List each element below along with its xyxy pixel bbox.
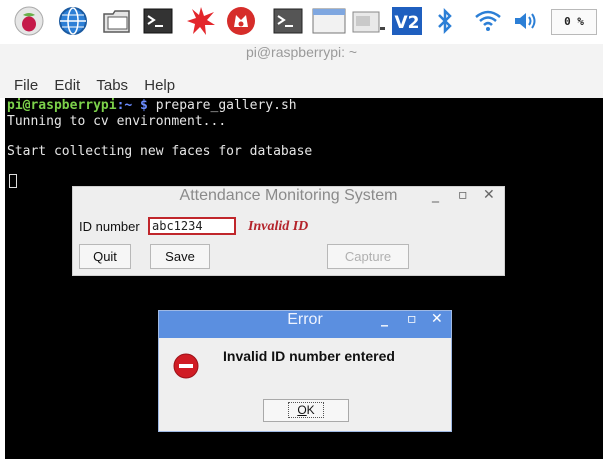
folder-icon[interactable] xyxy=(102,6,132,36)
invalid-id-message: Invalid ID xyxy=(248,219,309,234)
error-message: Invalid ID number entered xyxy=(223,348,395,364)
prompt-user: pi@raspberrypi xyxy=(7,98,117,113)
window-minimized-icon[interactable] xyxy=(352,6,386,36)
close-button[interactable]: ✕ xyxy=(483,187,495,203)
menu-edit[interactable]: Edit xyxy=(54,74,80,98)
burst-icon[interactable] xyxy=(186,6,216,36)
wifi-icon[interactable] xyxy=(473,6,503,36)
menu-tabs[interactable]: Tabs xyxy=(96,74,128,98)
terminal-icon[interactable] xyxy=(273,6,303,36)
terminal-cursor xyxy=(9,174,17,188)
ok-button-label: OK xyxy=(288,402,324,418)
terminal-line: Start collecting new faces for database xyxy=(7,144,313,159)
error-titlebar[interactable]: Error _ ▫ ✕ xyxy=(159,311,451,338)
ok-mnemonic: O xyxy=(297,403,307,417)
id-number-label: ID number xyxy=(79,219,140,234)
quit-button[interactable]: Quit xyxy=(79,244,131,269)
minimize-button[interactable]: _ xyxy=(381,311,388,327)
terminal-line: Tunning to cv environment... xyxy=(7,114,227,129)
menu-file[interactable]: File xyxy=(14,74,38,98)
attendance-titlebar[interactable]: Attendance Monitoring System _ ▫ ✕ xyxy=(73,187,504,214)
ok-label-rest: K xyxy=(306,403,315,417)
close-button[interactable]: ✕ xyxy=(431,311,443,327)
wolfram-icon[interactable] xyxy=(226,6,256,36)
globe-icon[interactable] xyxy=(58,6,88,36)
maximize-button[interactable]: ▫ xyxy=(458,187,468,203)
error-icon xyxy=(173,353,199,379)
terminal-menubar: File Edit Tabs Help xyxy=(0,74,603,98)
taskbar: V2 0 % xyxy=(0,0,603,44)
vnc-icon[interactable]: V2 xyxy=(392,6,422,36)
prompt-path: ~ $ xyxy=(124,98,148,113)
window-icon[interactable] xyxy=(312,6,346,36)
error-dialog: Error _ ▫ ✕ Invalid ID number entered OK xyxy=(158,310,452,432)
maximize-button[interactable]: ▫ xyxy=(407,311,417,327)
terminal-command: prepare_gallery.sh xyxy=(147,98,297,113)
terminal-command-line: pi@raspberrypi:~ $ prepare_gallery.sh xyxy=(7,98,297,114)
attendance-window-title: Attendance Monitoring System xyxy=(179,187,398,204)
menu-help[interactable]: Help xyxy=(144,74,175,98)
minimize-button[interactable]: _ xyxy=(432,187,439,203)
capture-button[interactable]: Capture xyxy=(327,244,409,269)
bluetooth-icon[interactable] xyxy=(434,6,456,36)
terminal-window-title: pi@raspberrypi: ~ xyxy=(0,44,603,74)
save-button[interactable]: Save xyxy=(150,244,210,269)
cpu-usage-monitor[interactable]: 0 % xyxy=(551,9,597,35)
svg-text:V2: V2 xyxy=(395,13,420,33)
terminal-icon[interactable] xyxy=(143,6,173,36)
volume-icon[interactable] xyxy=(511,6,541,36)
ok-button[interactable]: OK xyxy=(263,399,349,422)
id-number-input[interactable]: abc1234 xyxy=(148,217,236,235)
attendance-window: Attendance Monitoring System _ ▫ ✕ ID nu… xyxy=(72,186,505,276)
raspberry-icon[interactable] xyxy=(14,6,44,36)
